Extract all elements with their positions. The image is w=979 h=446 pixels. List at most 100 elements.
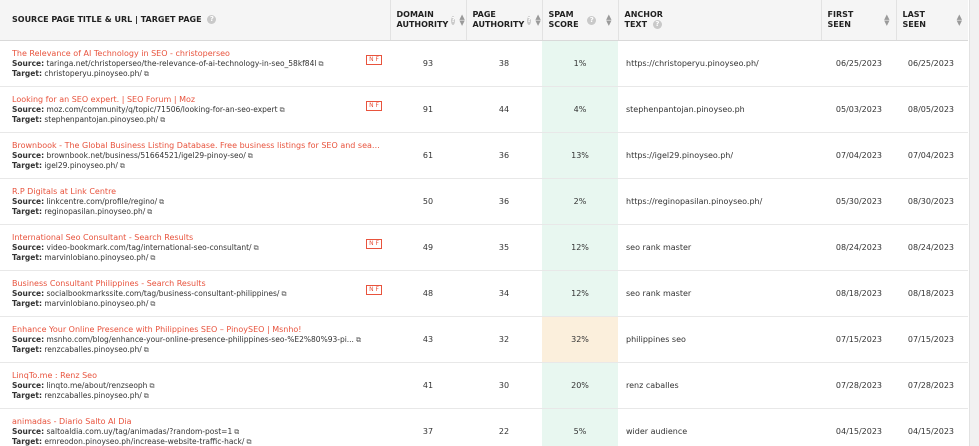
anchor-text-cell: seo rank master [618,270,821,317]
source-title-link[interactable]: The Relevance of AI Technology in SEO - … [12,48,382,59]
last-seen-cell: 08/05/2023 [896,86,968,133]
external-link-icon[interactable]: ⧉ [144,70,149,78]
table-row: The Relevance of AI Technology in SEO - … [0,40,968,87]
source-title-link[interactable]: Business Consultant Philippines - Search… [12,278,382,289]
page-authority-cell: 44 [466,86,542,133]
help-icon[interactable]: ? [652,20,662,29]
anchor-text-cell: seo rank master [618,224,821,271]
source-cell: Looking for an SEO expert. | SEO Forum |… [0,86,390,133]
first-seen-cell: 06/25/2023 [821,40,896,87]
source-title-link[interactable]: animadas - Diario Salto Al Dia [12,416,382,427]
source-title-link[interactable]: Enhance Your Online Presence with Philip… [12,324,382,335]
external-link-icon[interactable]: ⧉ [280,106,285,114]
source-url-link[interactable]: taringa.net/christoperseo/the-relevance-… [47,59,317,68]
external-link-icon[interactable]: ⧉ [149,382,154,390]
first-seen-cell: 05/30/2023 [821,178,896,225]
external-link-icon[interactable]: ⧉ [246,438,251,446]
target-url-link[interactable]: marvinlobiano.pinoyseo.ph/ [44,299,148,308]
external-link-icon[interactable]: ⧉ [144,346,149,354]
table-row: Looking for an SEO expert. | SEO Forum |… [0,86,968,133]
vertical-scrollbar[interactable] [969,0,979,446]
source-url-link[interactable]: linkcentre.com/profile/regino/ [47,197,158,206]
sort-icon[interactable]: ▲ ▼ [884,14,889,27]
source-url-link[interactable]: linqto.me/about/renzseoph [47,381,148,390]
spam-score-cell: 4% [542,86,618,133]
table-row: R.P Digitals at Link Centre Source: linkc… [0,178,968,225]
external-link-icon[interactable]: ⧉ [248,152,253,160]
source-title-link[interactable]: Brownbook - The Global Business Listing … [12,140,382,151]
source-title-link[interactable]: LinqTo.me : Renz Seo [12,370,382,381]
domain-authority-cell: 48 [390,270,466,317]
source-url-link[interactable]: msnho.com/blog/enhance-your-online-prese… [47,335,354,344]
external-link-icon[interactable]: ⧉ [159,198,164,206]
target-url-link[interactable]: christoperyu.pinoyseo.ph/ [44,69,142,78]
first-seen-cell: 04/15/2023 [821,408,896,446]
table-row: Enhance Your Online Presence with Philip… [0,316,968,363]
help-icon[interactable]: ? [451,15,456,25]
page-authority-cell: 36 [466,178,542,225]
help-icon[interactable]: ? [587,15,597,25]
source-url-link[interactable]: moz.com/community/q/topic/71506/looking-… [47,105,278,114]
col-spam-score-label: SPAM SCORE [548,10,579,29]
sort-icon[interactable]: ▲ ▼ [535,14,540,27]
source-url-link[interactable]: saltoaldia.com.uy/tag/animadas/?random-p… [47,427,233,436]
col-page-authority[interactable]: PAGE AUTHORITY ? ▲ ▼ [465,0,542,41]
anchor-text-cell: https://reginopasilan.pinoyseo.ph/ [618,178,821,225]
source-title-link[interactable]: Looking for an SEO expert. | SEO Forum |… [12,94,382,105]
source-cell: The Relevance of AI Technology in SEO - … [0,40,390,87]
target-url-link[interactable]: igel29.pinoyseo.ph/ [44,161,118,170]
help-icon[interactable]: ? [527,15,532,25]
target-url-link[interactable]: renzcaballes.pinoyseo.ph/ [44,391,141,400]
external-link-icon[interactable]: ⧉ [356,336,361,344]
table-row: Business Consultant Philippines - Search… [0,270,968,317]
col-domain-authority[interactable]: DOMAIN AUTHORITY ? ▲ ▼ [389,0,466,41]
external-link-icon[interactable]: ⧉ [318,60,323,68]
target-url: Target: stephenpantojan.pinoyseo.ph/⧉ [12,115,166,124]
external-link-icon[interactable]: ⧉ [150,300,155,308]
domain-authority-cell: 41 [390,362,466,409]
sort-icon[interactable]: ▲ ▼ [606,14,611,27]
anchor-text-cell: philippines seo [618,316,821,363]
external-link-icon[interactable]: ⧉ [150,254,155,262]
last-seen-cell: 08/18/2023 [896,270,968,317]
col-spam-score[interactable]: SPAM SCORE ? ▲ ▼ [541,0,618,41]
page-authority-cell: 32 [466,316,542,363]
external-link-icon[interactable]: ⧉ [234,428,239,436]
sort-icon[interactable]: ▲ ▼ [459,14,464,27]
target-url-link[interactable]: renzcaballes.pinoyseo.ph/ [44,345,141,354]
source-cell: Enhance Your Online Presence with Philip… [0,316,390,363]
source-title-link[interactable]: International Seo Consultant - Search Re… [12,232,382,243]
col-last-seen-label: LAST SEEN [902,10,926,29]
sort-icon[interactable]: ▲ ▼ [957,14,962,27]
source-cell: animadas - Diario Salto Al Dia Source: sa… [0,408,390,446]
target-url-link[interactable]: stephenpantojan.pinoyseo.ph/ [44,115,158,124]
anchor-text-cell: https://christoperyu.pinoyseo.ph/ [618,40,821,87]
source-title-link[interactable]: R.P Digitals at Link Centre [12,186,382,197]
page-authority-cell: 36 [466,132,542,179]
domain-authority-cell: 91 [390,86,466,133]
target-url-link[interactable]: reginopasilan.pinoyseo.ph/ [44,207,145,216]
external-link-icon[interactable]: ⧉ [254,244,259,252]
domain-authority-cell: 61 [390,132,466,179]
source-url-link[interactable]: socialbookmarkssite.com/tag/business-con… [47,289,280,298]
col-first-seen[interactable]: FIRST SEEN ▲ ▼ [820,0,896,41]
target-url-link[interactable]: ernreodon.pinoyseo.ph/increase-website-t… [44,437,244,446]
spam-score-cell: 32% [542,316,618,363]
external-link-icon[interactable]: ⧉ [144,392,149,400]
nofollow-badge: N F [366,285,382,295]
external-link-icon[interactable]: ⧉ [147,208,152,216]
external-link-icon[interactable]: ⧉ [281,290,286,298]
help-icon[interactable]: ? [207,15,217,24]
col-source: SOURCE PAGE TITLE & URL | TARGET PAGE ? [0,0,390,41]
external-link-icon[interactable]: ⧉ [120,162,125,170]
page-authority-cell: 22 [466,408,542,446]
source-url-link[interactable]: brownbook.net/business/51664521/igel29-p… [47,151,246,160]
external-link-icon[interactable]: ⧉ [160,116,165,124]
source-cell: International Seo Consultant - Search Re… [0,224,390,271]
source-url-link[interactable]: video-bookmark.com/tag/international-seo… [47,243,252,252]
source-url: Source: brownbook.net/business/51664521/… [12,151,253,160]
page-authority-cell: 30 [466,362,542,409]
last-seen-cell: 07/04/2023 [896,132,968,179]
col-last-seen[interactable]: LAST SEEN ▲ ▼ [895,0,968,41]
target-url-link[interactable]: marvinlobiano.pinoyseo.ph/ [44,253,148,262]
